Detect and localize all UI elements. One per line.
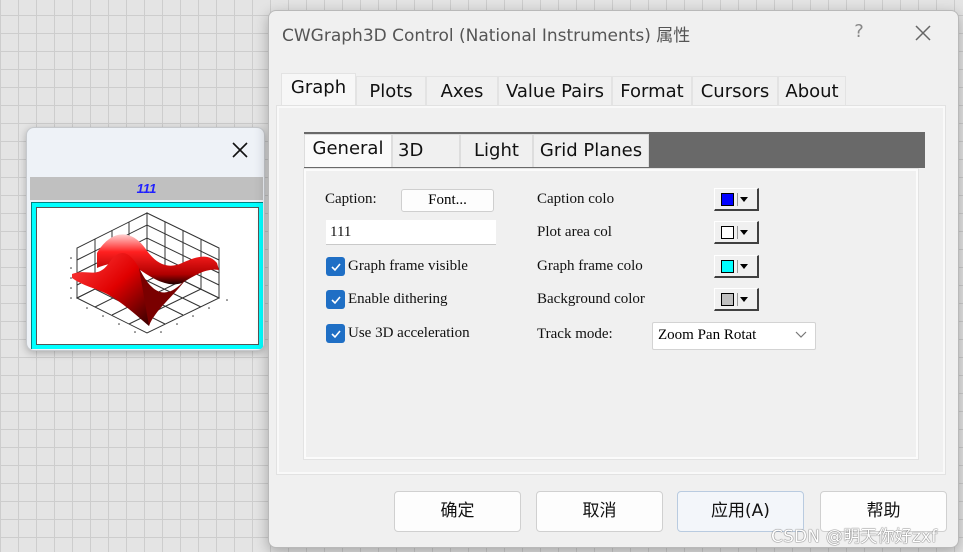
enable-dithering-checkbox[interactable]: Enable dithering — [326, 290, 448, 309]
chevron-down-icon — [795, 331, 807, 338]
checkbox-label: Enable dithering — [348, 291, 448, 307]
graph-frame — [31, 202, 263, 349]
graph-preview-window: 111 — [26, 127, 265, 351]
checkbox-checked[interactable] — [326, 290, 345, 309]
caption-input[interactable] — [326, 220, 496, 245]
checkbox-label: Use 3D acceleration — [348, 325, 470, 341]
subtab-3d[interactable]: 3D — [392, 134, 460, 167]
tab-format[interactable]: Format — [612, 76, 692, 107]
plot-area-color-picker[interactable] — [714, 221, 759, 244]
close-icon — [915, 25, 931, 41]
graph-frame-visible-checkbox[interactable]: Graph frame visible — [326, 257, 468, 276]
checkbox-label: Graph frame visible — [348, 258, 468, 274]
plot-area — [36, 207, 259, 345]
tab-plots[interactable]: Plots — [356, 76, 426, 107]
background-color-label: Background color — [537, 291, 645, 307]
plot-area-color-label: Plot area col — [537, 224, 612, 240]
subtab-general[interactable]: General — [304, 134, 392, 167]
use-3d-acceleration-checkbox[interactable]: Use 3D acceleration — [326, 324, 470, 343]
tab-cursors[interactable]: Cursors — [692, 76, 778, 107]
ok-button[interactable]: 确定 — [394, 491, 521, 532]
dialog-title: CWGraph3D Control (National Instruments)… — [282, 26, 691, 46]
help-title-button[interactable]: ? — [849, 21, 869, 42]
dialog-close-button[interactable] — [912, 22, 934, 44]
track-mode-value: Zoom Pan Rotat — [658, 327, 757, 343]
caption-label: Caption: — [325, 191, 377, 207]
subtab-light[interactable]: Light — [460, 134, 533, 167]
track-mode-label: Track mode: — [537, 326, 613, 342]
sub-tab-bar: General 3D Light Grid Planes — [304, 134, 649, 168]
dropdown-arrow-icon — [740, 296, 748, 302]
color-swatch — [721, 192, 734, 206]
check-icon — [330, 262, 341, 271]
check-icon — [330, 329, 341, 338]
track-mode-select[interactable]: Zoom Pan Rotat — [652, 322, 816, 350]
color-swatch — [721, 259, 734, 273]
check-icon — [330, 295, 341, 304]
watermark: CSDN @明天你好zxf — [771, 527, 938, 547]
font-button[interactable]: Font... — [401, 189, 494, 212]
color-swatch — [721, 225, 734, 239]
surface-plot-3d — [70, 212, 228, 334]
graph-frame-color-picker[interactable] — [714, 255, 759, 278]
caption-color-picker[interactable] — [714, 188, 759, 211]
graph-frame-color-label: Graph frame colo — [537, 258, 643, 274]
general-panel — [303, 168, 919, 460]
subtab-grid-planes[interactable]: Grid Planes — [533, 134, 649, 167]
graph-caption: 111 — [30, 177, 263, 200]
main-tab-bar: Graph Plots Axes Value Pairs Format Curs… — [281, 73, 846, 107]
tab-axes[interactable]: Axes — [426, 76, 498, 107]
checkbox-checked[interactable] — [326, 257, 345, 276]
checkbox-checked[interactable] — [326, 324, 345, 343]
tab-value-pairs[interactable]: Value Pairs — [498, 76, 612, 107]
caption-color-label: Caption colo — [537, 191, 615, 207]
cancel-button[interactable]: 取消 — [536, 491, 663, 532]
preview-close-button[interactable] — [230, 140, 250, 160]
color-swatch — [721, 292, 734, 306]
property-dialog: CWGraph3D Control (National Instruments)… — [268, 10, 959, 548]
dropdown-arrow-icon — [740, 196, 748, 202]
tab-about[interactable]: About — [778, 76, 846, 107]
dropdown-arrow-icon — [740, 263, 748, 269]
dropdown-arrow-icon — [740, 229, 748, 235]
background-color-picker[interactable] — [714, 288, 759, 311]
tab-graph[interactable]: Graph — [281, 73, 356, 107]
close-icon — [232, 142, 248, 158]
